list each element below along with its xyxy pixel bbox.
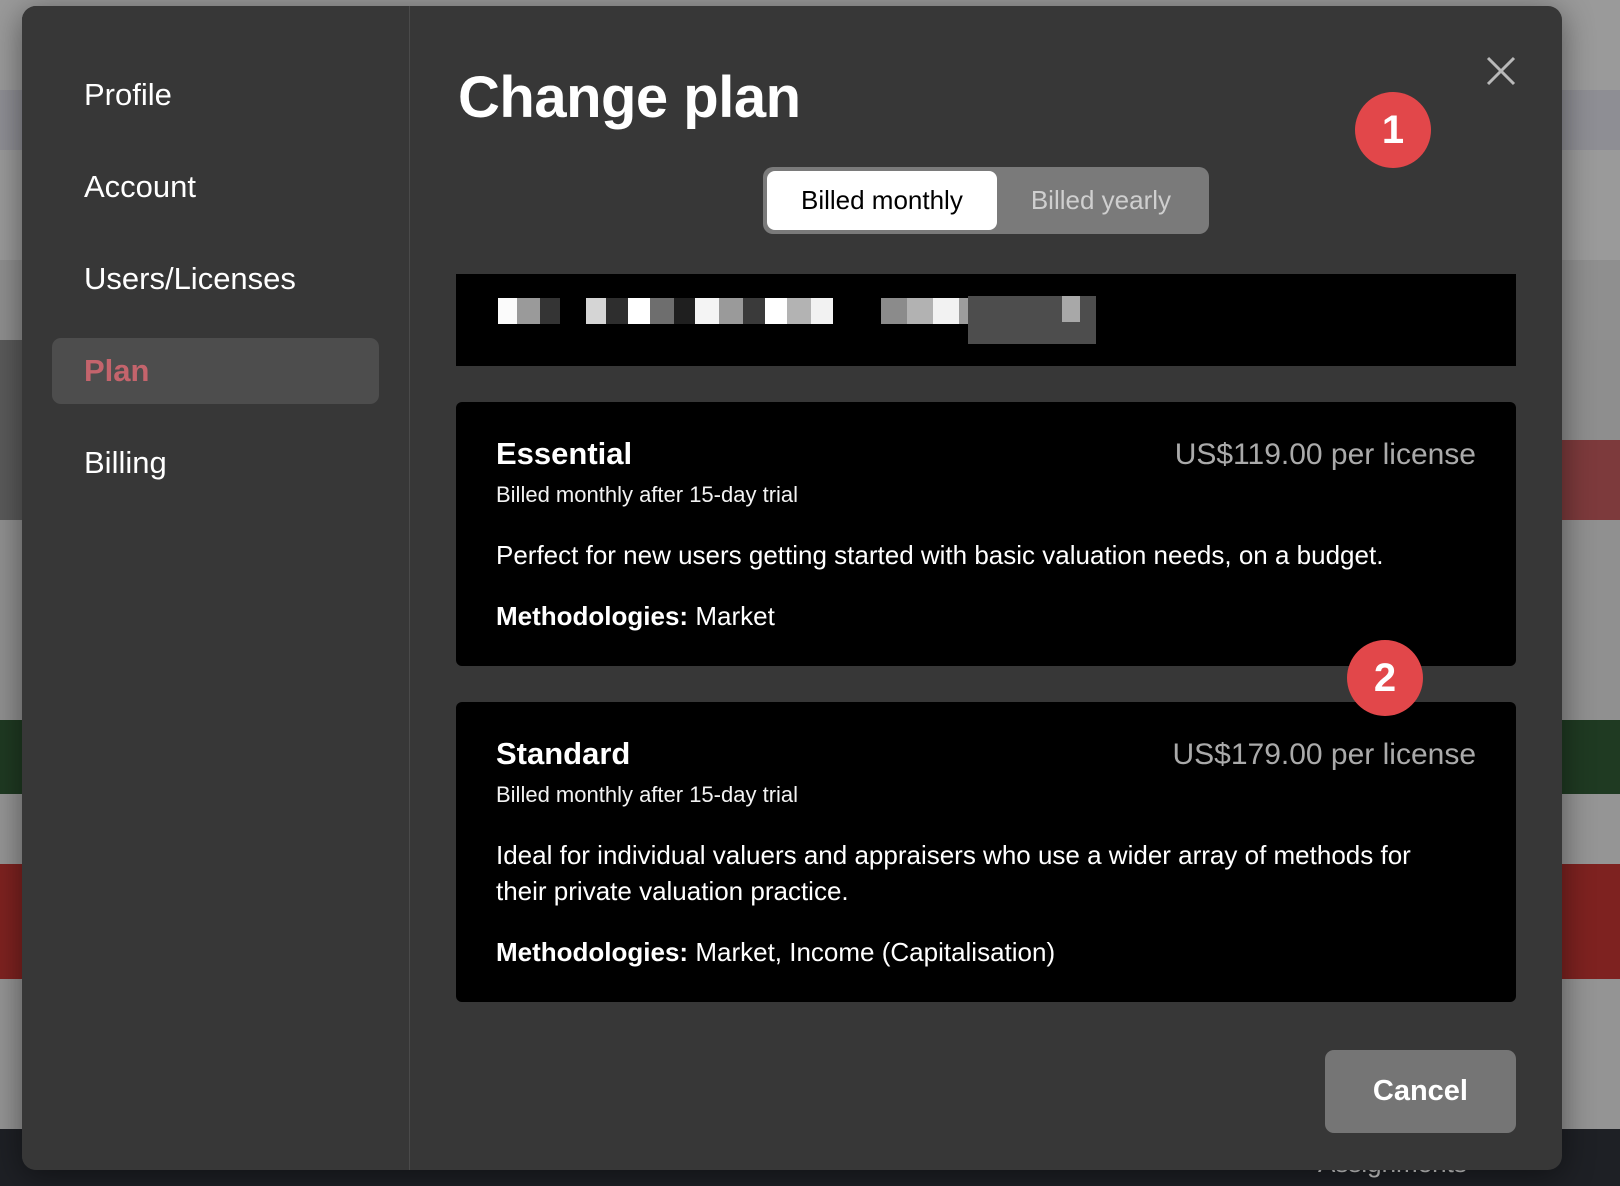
modal-main-panel: Change plan Billed monthly Billed yearly — [410, 6, 1562, 1170]
billing-toggle-wrap: Billed monthly Billed yearly — [456, 167, 1516, 234]
sidebar-item-label: Account — [84, 169, 196, 204]
modal-footer: Cancel — [456, 1050, 1516, 1133]
sidebar-item-users-licenses[interactable]: Users/Licenses — [52, 246, 379, 312]
settings-sidebar: Profile Account Users/Licenses Plan Bill… — [22, 6, 410, 1170]
plan-name: Essential — [496, 436, 632, 472]
plan-description: Ideal for individual valuers and apprais… — [496, 838, 1456, 909]
step-badge-2: 2 — [1347, 640, 1423, 716]
plan-header: Standard US$179.00 per license — [496, 736, 1476, 772]
plan-methodologies: Methodologies: Market — [496, 601, 1476, 632]
plan-price: US$179.00 per license — [1172, 738, 1476, 772]
toggle-billed-yearly[interactable]: Billed yearly — [997, 171, 1205, 230]
redacted-toolbar — [456, 274, 1516, 366]
redacted-block — [586, 298, 833, 324]
plan-methodologies-value: Market — [695, 601, 774, 631]
plan-card-essential[interactable]: Essential US$119.00 per license Billed m… — [456, 402, 1516, 666]
sidebar-item-account[interactable]: Account — [52, 154, 379, 220]
plan-methodologies-value: Market, Income (Capitalisation) — [695, 937, 1055, 967]
plan-description: Perfect for new users getting started wi… — [496, 538, 1456, 573]
change-plan-modal: Profile Account Users/Licenses Plan Bill… — [22, 6, 1562, 1170]
toggle-billed-monthly[interactable]: Billed monthly — [767, 171, 997, 230]
cancel-button[interactable]: Cancel — [1325, 1050, 1516, 1133]
sidebar-item-plan[interactable]: Plan — [52, 338, 379, 404]
plan-methodologies: Methodologies: Market, Income (Capitalis… — [496, 937, 1476, 968]
plan-billing-note: Billed monthly after 15-day trial — [496, 782, 1476, 808]
close-icon[interactable] — [1484, 54, 1518, 88]
plan-card-standard[interactable]: Standard US$179.00 per license Billed mo… — [456, 702, 1516, 1002]
sidebar-item-label: Users/Licenses — [84, 261, 296, 296]
plan-name: Standard — [496, 736, 630, 772]
sidebar-item-label: Profile — [84, 77, 172, 112]
plan-methodologies-label: Methodologies: — [496, 937, 688, 967]
sidebar-item-label: Billing — [84, 445, 167, 480]
step-badge-1: 1 — [1355, 92, 1431, 168]
plan-billing-note: Billed monthly after 15-day trial — [496, 482, 1476, 508]
redacted-button[interactable] — [968, 296, 1096, 344]
billing-period-toggle[interactable]: Billed monthly Billed yearly — [763, 167, 1209, 234]
plan-price: US$119.00 per license — [1175, 438, 1476, 472]
sidebar-item-label: Plan — [84, 353, 149, 388]
plan-methodologies-label: Methodologies: — [496, 601, 688, 631]
sidebar-item-profile[interactable]: Profile — [52, 62, 379, 128]
sidebar-item-billing[interactable]: Billing — [52, 430, 379, 496]
plan-header: Essential US$119.00 per license — [496, 436, 1476, 472]
redacted-block — [498, 298, 560, 324]
